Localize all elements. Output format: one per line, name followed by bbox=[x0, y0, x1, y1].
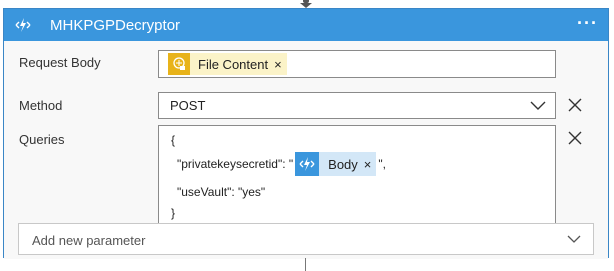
query-text: ", bbox=[378, 157, 386, 171]
request-body-label: Request Body bbox=[19, 55, 101, 70]
token-label: File Content bbox=[198, 56, 269, 72]
token-label: Body bbox=[328, 156, 358, 172]
action-card: MHKPGPDecryptor ··· Request Body File Co… bbox=[3, 8, 609, 259]
request-body-field[interactable]: File Content × bbox=[158, 50, 556, 78]
more-options-button[interactable]: ··· bbox=[577, 13, 598, 34]
query-line: } bbox=[171, 206, 176, 220]
action-header[interactable]: MHKPGPDecryptor ··· bbox=[4, 9, 608, 41]
method-value: POST bbox=[170, 98, 206, 113]
remove-queries-button[interactable] bbox=[567, 130, 583, 146]
flow-connector-line bbox=[305, 258, 306, 271]
action-title: MHKPGPDecryptor bbox=[50, 17, 181, 34]
token-remove-button[interactable]: × bbox=[364, 157, 377, 172]
method-select[interactable]: POST bbox=[158, 92, 556, 119]
token-remove-button[interactable]: × bbox=[274, 57, 287, 72]
chevron-down-icon bbox=[567, 235, 581, 243]
flow-connector-arrow bbox=[300, 0, 312, 8]
query-line: { bbox=[171, 133, 176, 147]
body-token[interactable]: Body × bbox=[295, 152, 377, 176]
azure-function-icon bbox=[295, 152, 320, 176]
query-text: "privatekeysecretid": " bbox=[177, 157, 294, 171]
add-parameter-placeholder: Add new parameter bbox=[32, 233, 146, 248]
remove-method-button[interactable] bbox=[567, 97, 583, 113]
azure-function-icon bbox=[11, 13, 35, 37]
query-line-usevault: "useVault": "yes" bbox=[177, 185, 266, 199]
query-line-privatekey: "privatekeysecretid": " Body × ", bbox=[177, 152, 386, 176]
add-new-parameter-dropdown[interactable]: Add new parameter bbox=[18, 223, 594, 255]
sftp-connector-icon bbox=[168, 53, 190, 75]
method-label: Method bbox=[19, 98, 63, 113]
queries-editor[interactable]: { "privatekeysecretid": " Body × ", "use… bbox=[158, 125, 556, 224]
file-content-token[interactable]: File Content × bbox=[168, 53, 287, 75]
queries-label: Queries bbox=[19, 132, 65, 147]
chevron-down-icon[interactable] bbox=[529, 100, 547, 112]
